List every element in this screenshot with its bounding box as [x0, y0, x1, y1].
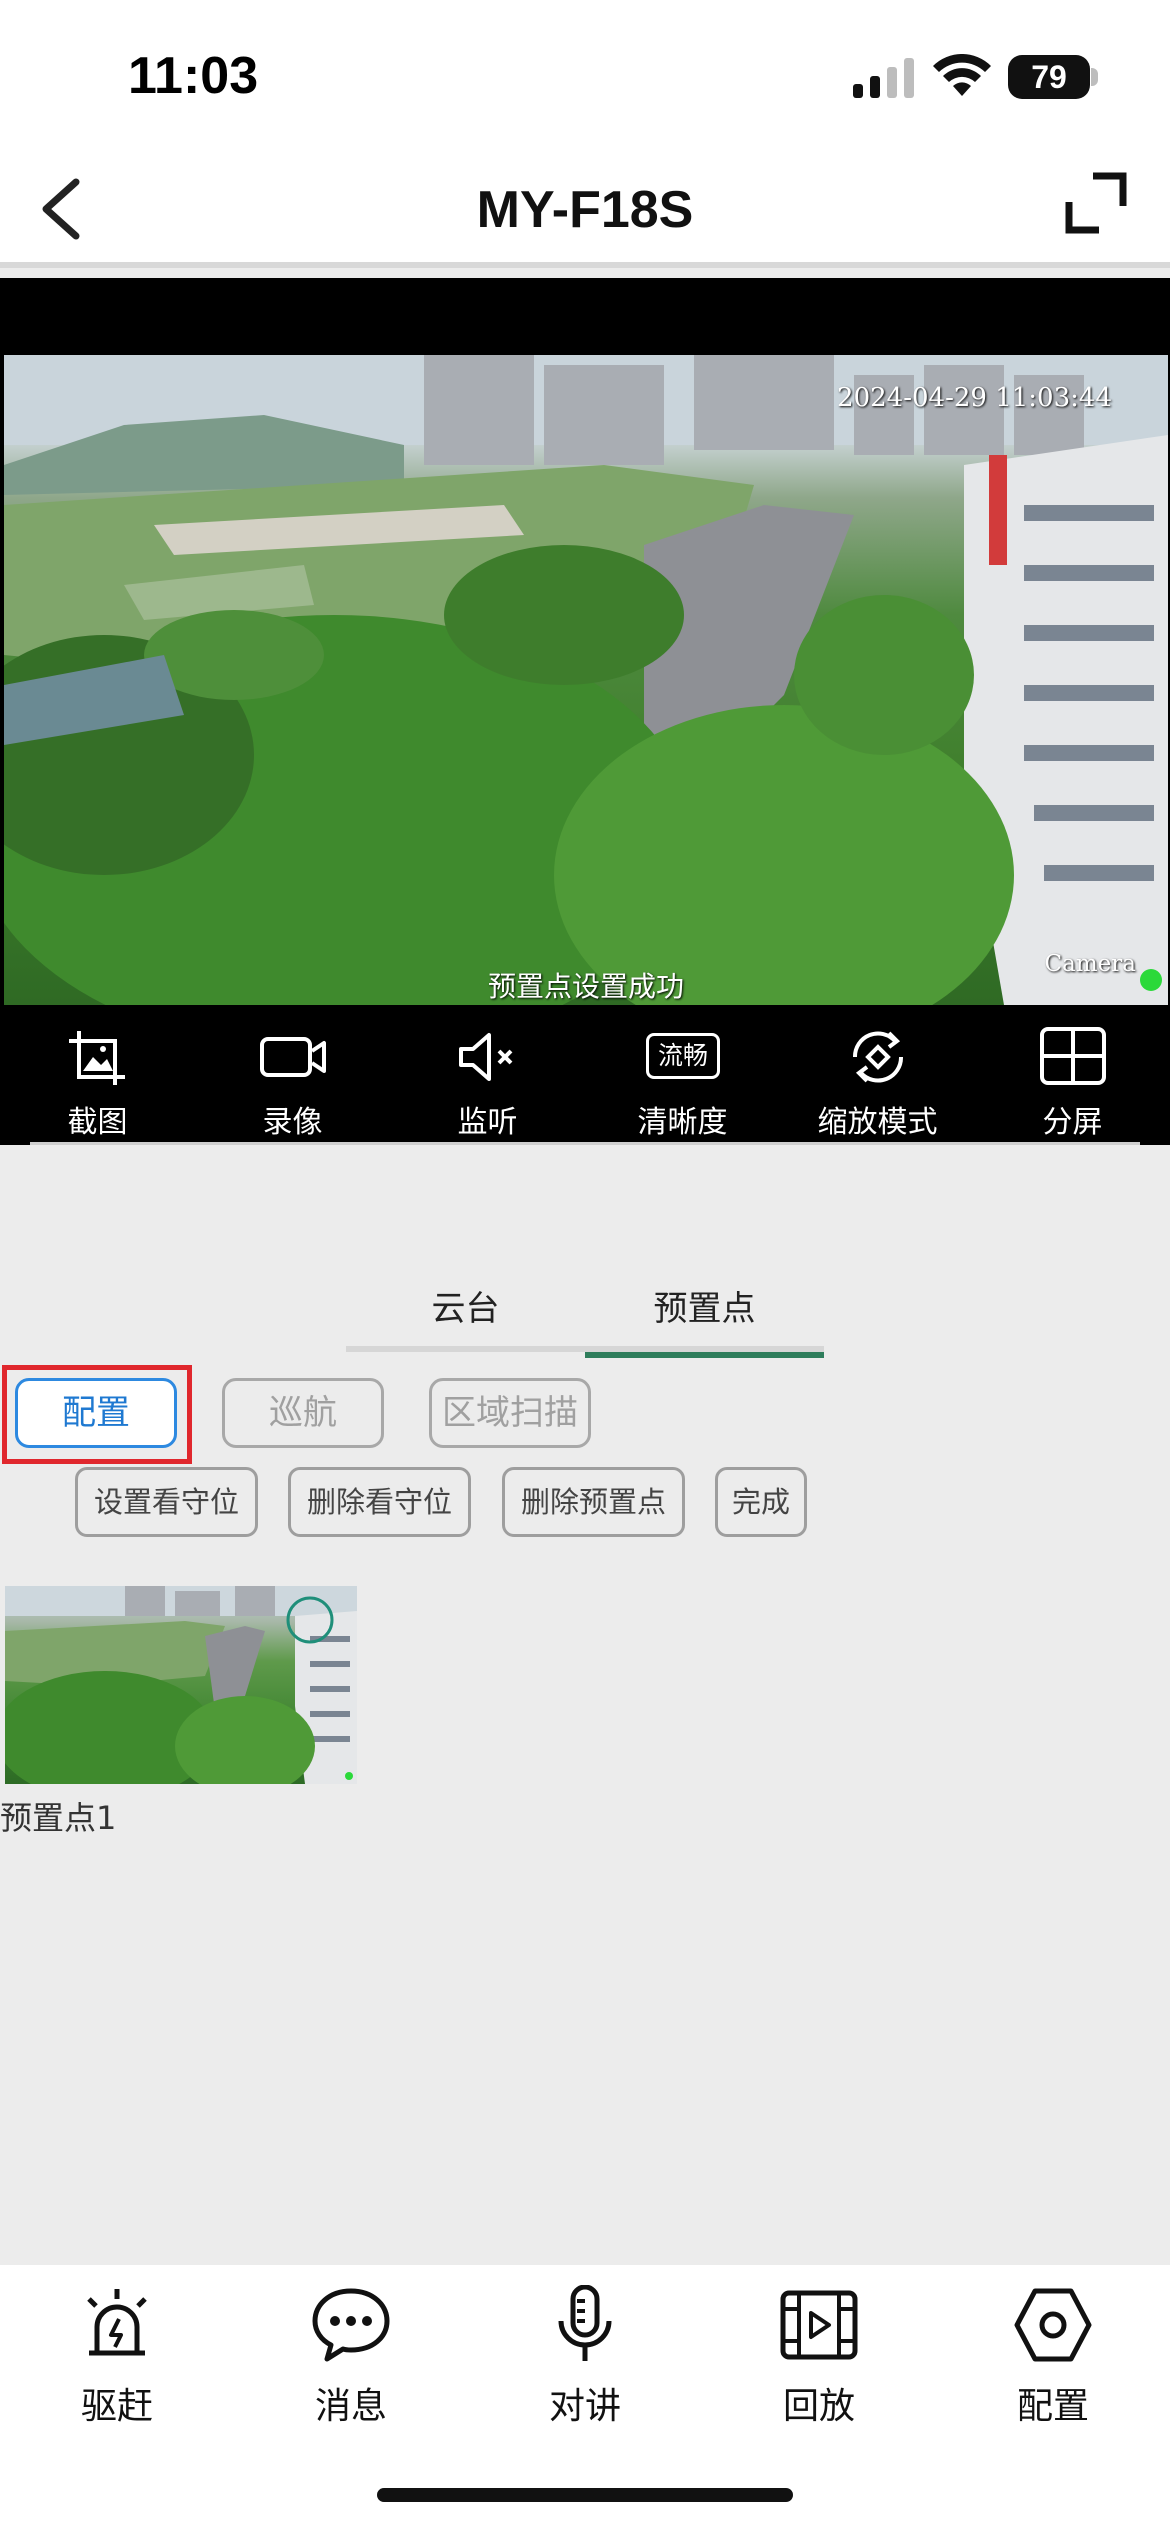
alarm-icon [87, 2289, 147, 2356]
camera-label: Camera [1044, 951, 1136, 977]
tab-playback-label: 回放 [782, 2386, 855, 2427]
listen-label: 监听 [457, 1105, 518, 1140]
playback-icon [780, 2290, 858, 2360]
preset-thumbnail[interactable] [5, 1586, 357, 1784]
speaker-muted-icon [459, 1033, 513, 1081]
live-video-feed[interactable]: 2024-04-29 11:03:44 预置点设置成功 Camera [4, 355, 1168, 1005]
area-scan-mode-button[interactable]: 区域扫描 [429, 1378, 591, 1448]
cellular-signal-icon [853, 58, 914, 98]
tab-presets[interactable]: 预置点 [585, 1280, 824, 1358]
preset-thumbnail-illustration [5, 1586, 357, 1784]
listen-button[interactable]: 监听 [390, 1005, 585, 1145]
delete-guard-position-button[interactable]: 删除看守位 [288, 1467, 471, 1537]
screenshot-button[interactable]: 截图 [0, 1005, 195, 1145]
fullscreen-icon[interactable] [1063, 170, 1129, 236]
zoom-mode-icon [852, 1031, 904, 1083]
screenshot-label: 截图 [67, 1105, 128, 1140]
home-indicator[interactable] [377, 2488, 793, 2502]
status-time: 11:03 [128, 47, 259, 105]
video-scene-illustration [4, 355, 1168, 1005]
video-control-bar: 截图 录像 监听 流畅 清晰度 缩放模式 分屏 [0, 1005, 1170, 1145]
split-screen-button[interactable]: 分屏 [975, 1005, 1170, 1145]
video-timestamp: 2024-04-29 11:03:44 [837, 383, 1112, 413]
record-label: 录像 [262, 1105, 323, 1140]
preset-label: 预置点1 [0, 1799, 117, 1837]
tab-drive-away[interactable]: 驱赶 [0, 2285, 234, 2435]
tab-settings[interactable]: 配置 [936, 2285, 1170, 2435]
ptz-tabs: 云台 预置点 [346, 1280, 824, 1358]
message-icon [312, 2288, 390, 2362]
tab-intercom[interactable]: 对讲 [468, 2285, 702, 2435]
microphone-icon [558, 2285, 612, 2361]
nav-bar: MY-F18S [0, 150, 1170, 268]
split-screen-label: 分屏 [1042, 1105, 1103, 1140]
config-mode-button[interactable]: 配置 [15, 1378, 177, 1448]
screenshot-icon [69, 1031, 125, 1085]
quality-button[interactable]: 流畅 清晰度 [585, 1005, 780, 1145]
set-guard-position-button[interactable]: 设置看守位 [75, 1467, 258, 1537]
done-button[interactable]: 完成 [715, 1467, 807, 1537]
zoom-mode-button[interactable]: 缩放模式 [780, 1005, 975, 1145]
settings-hexagon-icon [1014, 2288, 1092, 2362]
tab-messages-label: 消息 [314, 2386, 387, 2427]
page-title: MY-F18S [476, 181, 694, 239]
video-player[interactable]: 2024-04-29 11:03:44 预置点设置成功 Camera [0, 278, 1170, 1005]
record-icon [260, 1037, 326, 1077]
wifi-icon [933, 54, 991, 96]
status-bar: 11:03 79 [0, 0, 1170, 150]
tab-ptz[interactable]: 云台 [346, 1280, 585, 1352]
quality-icon: 流畅 [646, 1033, 720, 1079]
online-status-dot [1140, 969, 1162, 991]
tab-drive-away-label: 驱赶 [80, 2386, 153, 2427]
delete-preset-button[interactable]: 删除预置点 [502, 1467, 685, 1537]
control-bar-divider [30, 1142, 1140, 1145]
battery-icon: 79 [1008, 55, 1090, 99]
tab-settings-label: 配置 [1016, 2386, 1089, 2427]
toast-message: 预置点设置成功 [487, 970, 684, 1003]
quality-label: 清晰度 [637, 1105, 728, 1140]
tab-playback[interactable]: 回放 [702, 2285, 936, 2435]
tab-intercom-label: 对讲 [548, 2386, 621, 2427]
tab-messages[interactable]: 消息 [234, 2285, 468, 2435]
split-screen-icon [1040, 1027, 1106, 1085]
zoom-mode-label: 缩放模式 [817, 1105, 938, 1140]
battery-cap [1091, 68, 1098, 86]
record-button[interactable]: 录像 [195, 1005, 390, 1145]
cruise-mode-button[interactable]: 巡航 [222, 1378, 384, 1448]
